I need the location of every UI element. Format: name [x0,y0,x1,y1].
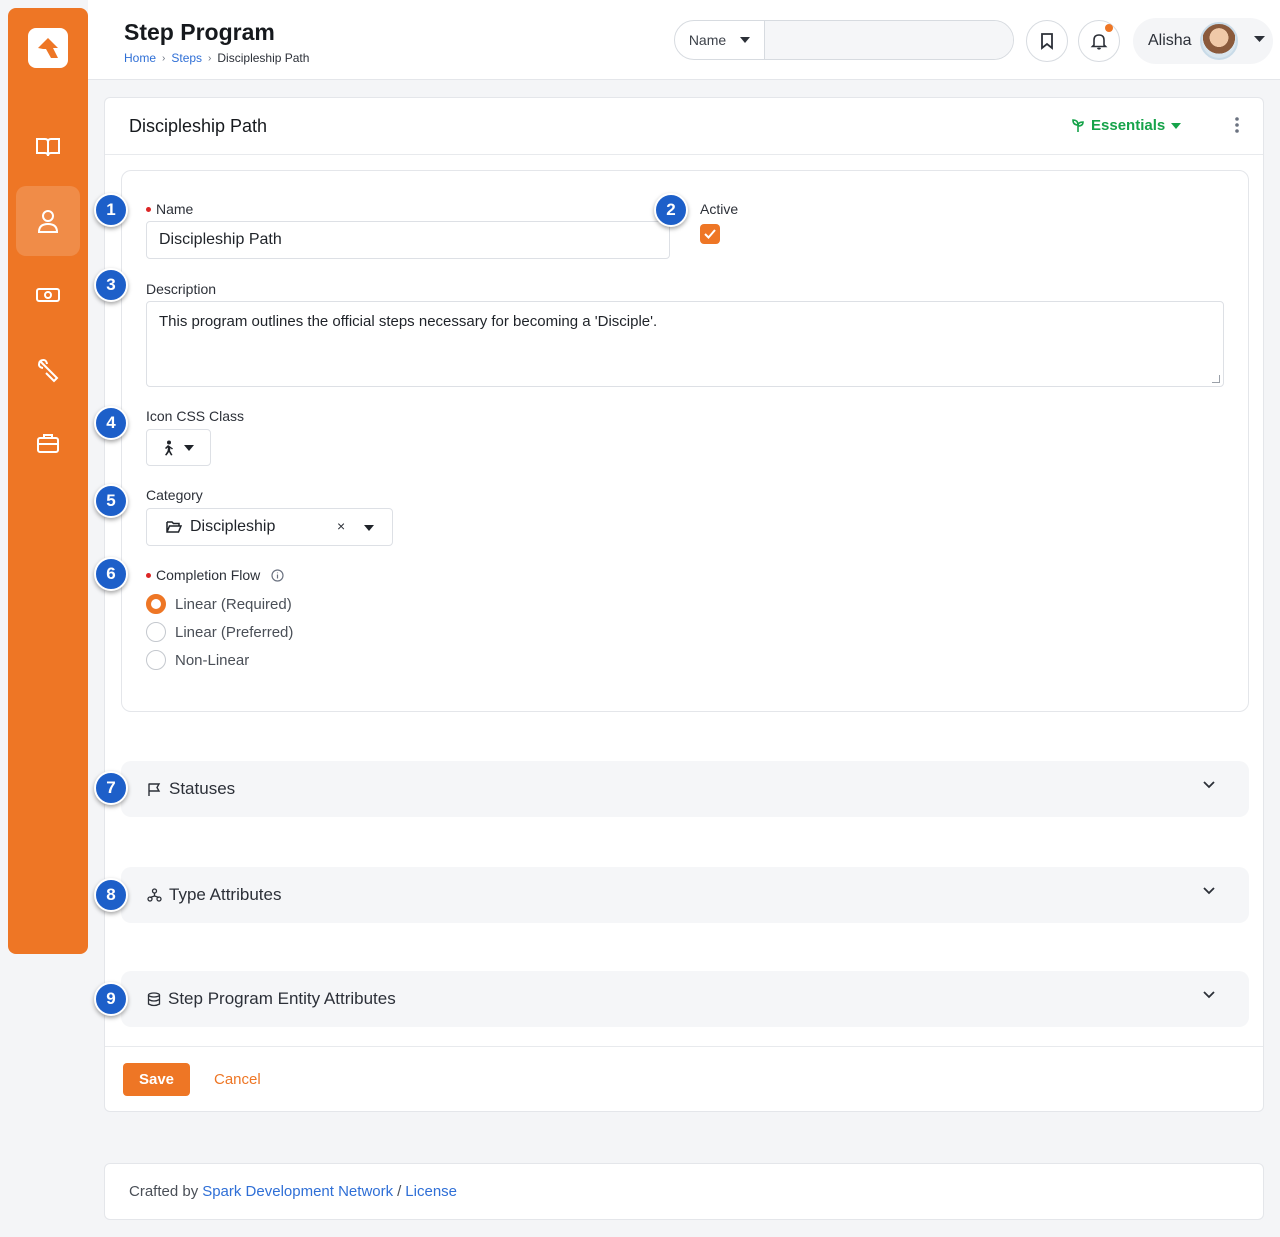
card-actions: Save Cancel [105,1046,1263,1112]
callout-marker: 7 [94,771,128,805]
bookmark-button[interactable] [1026,20,1068,62]
book-icon[interactable] [16,112,80,182]
chevron-right-icon: › [162,52,166,64]
section-statuses[interactable]: Statuses [121,761,1249,817]
name-label: Name [146,201,193,217]
header: Step Program Home › Steps › Discipleship… [88,0,1280,80]
radio-button[interactable] [146,622,166,642]
callout-marker: 8 [94,878,128,912]
more-options-icon[interactable] [1234,116,1240,134]
bookmark-icon [1041,33,1053,50]
caret-down-icon[interactable] [364,525,374,531]
chevron-down-icon[interactable] [1203,887,1215,895]
callout-marker: 2 [654,193,688,227]
callout-marker: 9 [94,982,128,1016]
database-icon [147,991,161,1006]
user-menu[interactable]: Alisha [1133,18,1273,64]
essentials-label: Essentials [1091,117,1166,134]
caret-down-icon[interactable] [1254,36,1265,42]
briefcase-icon[interactable] [16,408,80,478]
caret-down-icon [184,444,194,451]
callout-marker: 5 [94,484,128,518]
footer-org-link[interactable]: Spark Development Network [202,1183,393,1200]
icon-css-class-label: Icon CSS Class [146,408,245,424]
sidebar [8,8,88,954]
section-title: Step Program Entity Attributes [168,989,396,1008]
search-type-dropdown[interactable]: Name [675,21,765,59]
callout-marker: 4 [94,406,128,440]
category-value: Discipleship [190,518,276,535]
breadcrumb-current: Discipleship Path [217,51,310,65]
notification-dot [1105,24,1113,32]
chevron-right-icon: › [208,52,212,64]
check-icon [704,229,716,239]
icon-picker[interactable] [146,429,211,466]
section-entity-attributes[interactable]: Step Program Entity Attributes [121,971,1249,1027]
detail-card: Discipleship Path Essentials Name Discip… [104,97,1264,1112]
chevron-down-icon[interactable] [1203,781,1215,789]
attributes-icon [147,887,162,902]
footer-separator: / [397,1183,402,1200]
walking-person-icon [165,440,173,455]
breadcrumb-home[interactable]: Home [124,51,156,65]
folder-open-icon [166,521,182,533]
required-indicator [146,206,151,212]
resize-handle-icon[interactable] [1212,375,1220,383]
category-label: Category [146,487,203,503]
footer-prefix: Crafted by [129,1183,199,1200]
radio-button[interactable] [146,594,166,614]
radio-linear-required[interactable]: Linear (Required) [146,594,292,614]
search-type-label: Name [688,32,727,48]
radio-button[interactable] [146,650,166,670]
flag-icon [148,782,161,796]
section-title: Statuses [169,779,236,798]
cancel-link[interactable]: Cancel [214,1071,261,1088]
name-input[interactable]: Discipleship Path [146,221,670,259]
notifications-button[interactable] [1078,20,1120,62]
search-input[interactable] [765,21,1013,59]
active-label: Active [700,201,739,217]
card-header: Discipleship Path Essentials [105,98,1263,155]
section-type-attributes[interactable]: Type Attributes [121,867,1249,923]
essentials-dropdown[interactable]: Essentials [1071,117,1182,134]
category-picker[interactable]: Discipleship × [146,508,393,546]
description-text: This program outlines the official steps… [159,313,658,330]
search-bar: Name [674,20,1014,60]
callout-marker: 3 [94,268,128,302]
save-button[interactable]: Save [123,1063,190,1096]
caret-down-icon [740,37,751,43]
bell-icon [1090,34,1108,50]
avatar [1199,22,1238,60]
radio-non-linear[interactable]: Non-Linear [146,650,249,670]
active-checkbox[interactable] [700,224,720,244]
caret-down-icon [1171,122,1182,129]
description-label: Description [146,281,217,297]
clear-icon[interactable]: × [337,518,345,534]
breadcrumb: Home › Steps › Discipleship Path [124,51,309,65]
person-icon[interactable] [16,186,80,256]
page-footer: Crafted by Spark Development Network / L… [104,1163,1264,1220]
breadcrumb-steps[interactable]: Steps [171,51,202,65]
callout-marker: 6 [94,557,128,591]
money-icon[interactable] [16,260,80,330]
completion-flow-label: Completion Flow [146,567,284,583]
rock-logo-icon[interactable] [28,28,68,68]
required-indicator [146,572,151,578]
footer-license-link[interactable]: License [405,1183,457,1200]
radio-linear-preferred[interactable]: Linear (Preferred) [146,622,293,642]
callout-marker: 1 [94,193,128,227]
info-icon[interactable] [271,568,284,582]
section-title: Type Attributes [169,885,282,904]
user-name: Alisha [1148,32,1192,49]
wrench-icon[interactable] [16,334,80,404]
chevron-down-icon[interactable] [1203,991,1215,999]
card-title: Discipleship Path [129,116,268,136]
description-textarea[interactable]: This program outlines the official steps… [146,301,1224,387]
page-title: Step Program [124,19,275,45]
sprout-icon [1072,118,1084,132]
